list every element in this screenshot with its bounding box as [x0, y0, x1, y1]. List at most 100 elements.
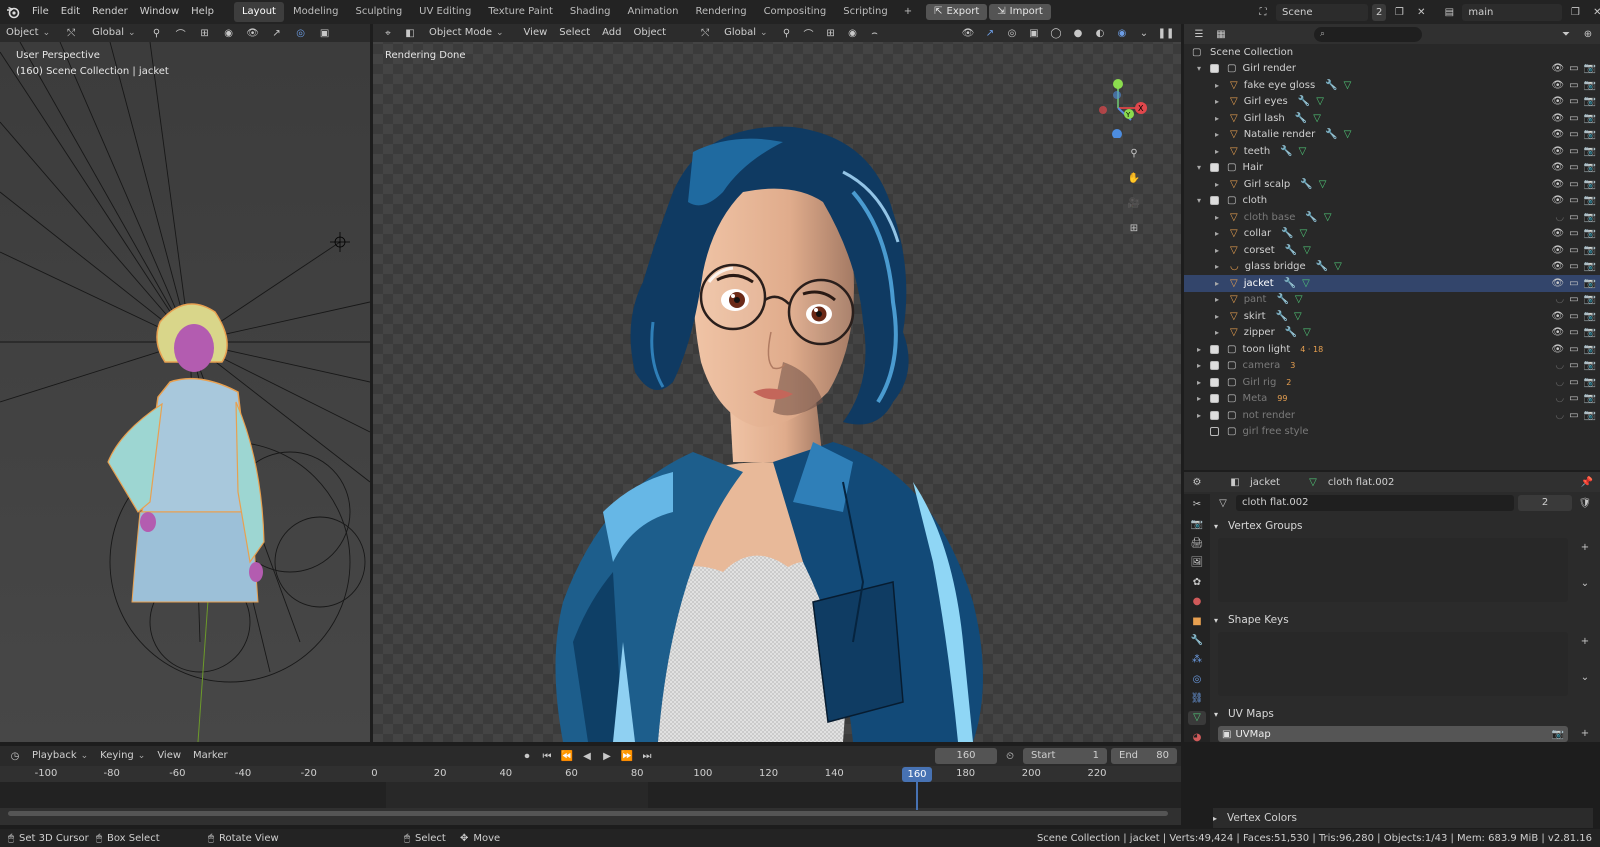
data-tab-icon[interactable]: ▽	[1188, 711, 1206, 725]
show-gizmo-icon[interactable]: 👁	[959, 24, 977, 42]
navigation-gizmo[interactable]: X Y	[1083, 68, 1153, 138]
eye-icon[interactable]: 👁	[1551, 327, 1564, 338]
mesh-data-icon[interactable]: ▽	[1316, 96, 1324, 107]
new-collection-icon[interactable]: ⊕	[1579, 25, 1597, 43]
overlays-icon[interactable]: ◎	[1003, 24, 1021, 42]
add-uv-map-icon[interactable]: +	[1576, 724, 1594, 742]
vertex-groups-list[interactable]	[1218, 538, 1568, 602]
viewport-toggle-icon[interactable]: ▭	[1569, 162, 1578, 173]
eye-icon[interactable]: 👁	[1551, 245, 1564, 256]
mesh-data-icon[interactable]: ▽	[1334, 261, 1342, 272]
outliner-row-meta[interactable]: ▸ ▢ Meta 99 ◡ ▭ 📷	[1184, 391, 1600, 408]
start-frame-field[interactable]: Start 1	[1023, 748, 1107, 764]
output-tab-icon[interactable]: 🖨	[1188, 537, 1206, 550]
mesh-data-icon[interactable]: ▽	[1344, 80, 1352, 91]
outliner-row-zipper[interactable]: ▸ ▽ zipper 🔧 ▽ 👁 ▭ 📷	[1184, 325, 1600, 342]
expand-toggle-icon[interactable]: ▸	[1212, 279, 1222, 288]
eye-icon[interactable]: 👁	[1551, 261, 1564, 272]
render-camera-icon[interactable]: 📷	[1584, 129, 1596, 140]
playhead-label[interactable]: 160	[902, 767, 932, 782]
timeline-menu-playback[interactable]: Playback	[26, 747, 94, 765]
outliner-row-girl-eyes[interactable]: ▸ ▽ Girl eyes 🔧 ▽ 👁 ▭ 📷	[1184, 94, 1600, 111]
viewport-toggle-icon[interactable]: ▭	[1569, 393, 1578, 404]
expand-toggle-icon[interactable]: ▸	[1194, 361, 1204, 370]
render-camera-icon[interactable]: 📷	[1584, 377, 1596, 388]
modifier-icon[interactable]: 🔧	[1300, 179, 1312, 190]
workspace-tab-uv-editing[interactable]: UV Editing	[411, 2, 479, 22]
viewport-menu-add[interactable]: Add	[596, 24, 627, 42]
outliner-row-natalie-render[interactable]: ▸ ▽ Natalie render 🔧 ▽ 👁 ▭ 📷	[1184, 127, 1600, 144]
editor-type-icon[interactable]: ⌖	[379, 24, 397, 42]
exclude-checkbox[interactable]	[1210, 361, 1219, 371]
exclude-checkbox[interactable]	[1210, 427, 1219, 437]
view-layer-tab-icon[interactable]: 🖼	[1188, 556, 1206, 569]
material-shading-icon[interactable]: ◐	[1091, 24, 1109, 42]
outliner-row-cloth[interactable]: ▾ ▢ cloth 👁 ▭ 📷	[1184, 193, 1600, 210]
expand-toggle-icon[interactable]: ▸	[1212, 328, 1222, 337]
viewport-toggle-icon[interactable]: ▭	[1569, 113, 1578, 124]
constraints-tab-icon[interactable]: ⛓	[1188, 692, 1206, 705]
expand-toggle-icon[interactable]: ▸	[1212, 262, 1222, 271]
mesh-data-icon[interactable]: ▽	[1302, 278, 1310, 289]
menu-render[interactable]: Render	[86, 3, 134, 21]
close-scene-icon[interactable]: ✕	[1412, 3, 1430, 21]
expand-toggle-icon[interactable]: ▸	[1212, 295, 1222, 304]
gizmo-icon[interactable]: ↗	[268, 24, 286, 42]
view-layer-field[interactable]: main	[1462, 3, 1563, 21]
tool-tab-icon[interactable]: ✂	[1188, 498, 1206, 511]
object-mode-dropdown[interactable]: Object Mode	[423, 24, 510, 42]
workspace-tab-compositing[interactable]: Compositing	[756, 2, 835, 22]
mesh-data-icon[interactable]: ▽	[1294, 311, 1302, 322]
modifier-icon[interactable]: 🔧	[1325, 80, 1337, 91]
exclude-checkbox[interactable]	[1210, 410, 1219, 420]
rendered-shading-icon[interactable]: ◉	[1113, 24, 1131, 42]
eye-icon[interactable]: 👁	[1551, 278, 1564, 289]
modifier-icon[interactable]: 🔧	[1295, 113, 1307, 124]
fake-user-icon[interactable]: 🛡	[1576, 494, 1594, 512]
exclude-checkbox[interactable]	[1210, 196, 1219, 206]
outliner-row-girl-free-style[interactable]: ▢ girl free style	[1184, 424, 1600, 441]
viewport-toggle-icon[interactable]: ▭	[1569, 63, 1578, 74]
timeline-menu-marker[interactable]: Marker	[187, 747, 234, 765]
mesh-data-icon[interactable]: ▽	[1299, 146, 1307, 157]
render-camera-icon[interactable]: 📷	[1584, 311, 1596, 322]
outliner-root[interactable]: ▢ Scene Collection	[1184, 44, 1600, 61]
scene-tab-icon[interactable]: ✿	[1188, 576, 1206, 589]
eye-icon[interactable]: 👁	[1551, 179, 1564, 190]
viewport-toggle-icon[interactable]: ▭	[1569, 179, 1578, 190]
zoom-icon[interactable]: ⚲	[1125, 144, 1143, 162]
eye-icon[interactable]: 👁	[1551, 162, 1564, 173]
outliner-editor-icon[interactable]: ☰	[1190, 25, 1208, 43]
render-camera-icon[interactable]: 📷	[1584, 63, 1596, 74]
workspace-tab-rendering[interactable]: Rendering	[687, 2, 754, 22]
viewport-toggle-icon[interactable]: ▭	[1569, 195, 1578, 206]
mesh-data-icon[interactable]: ▽	[1295, 294, 1303, 305]
add-vertex-group-icon[interactable]: +	[1576, 538, 1594, 556]
expand-toggle-icon[interactable]: ▾	[1194, 163, 1204, 172]
scene-name-field[interactable]: Scene	[1276, 3, 1368, 21]
menu-window[interactable]: Window	[134, 3, 185, 21]
eye-icon[interactable]: ◡	[1555, 393, 1564, 404]
vertex-group-menu-icon[interactable]: ⌄	[1576, 574, 1594, 592]
render-camera-icon[interactable]: 📷	[1584, 96, 1596, 107]
outliner-row-girl-scalp[interactable]: ▸ ▽ Girl scalp 🔧 ▽ 👁 ▭ 📷	[1184, 176, 1600, 193]
render-camera-icon[interactable]: 📷	[1584, 80, 1596, 91]
expand-toggle-icon[interactable]: ▾	[1194, 64, 1204, 73]
filter-icon[interactable]: ⏷	[1557, 25, 1575, 43]
snap-toggle-icon[interactable]: ⌒	[800, 24, 818, 42]
viewport-toggle-icon[interactable]: ▭	[1569, 410, 1578, 421]
navigate-gizmo-icon[interactable]: ↗	[981, 24, 999, 42]
timeline-editor-icon[interactable]: ◷	[6, 747, 24, 765]
eye-icon[interactable]: ◡	[1555, 377, 1564, 388]
workspace-tab-shading[interactable]: Shading	[562, 2, 619, 22]
pivot-icon[interactable]: ⚲	[148, 24, 166, 42]
physics-tab-icon[interactable]: ◎	[1188, 673, 1206, 686]
modifier-icon[interactable]: 🔧	[1281, 228, 1293, 239]
proportional-edit-icon[interactable]: ◉	[844, 24, 862, 42]
expand-toggle-icon[interactable]: ▸	[1212, 81, 1222, 90]
left-orientation-dropdown[interactable]: Global	[86, 24, 141, 42]
render-camera-icon[interactable]: 📷	[1584, 278, 1596, 289]
timeline-scrollbar[interactable]	[8, 811, 1168, 816]
expand-toggle-icon[interactable]: ▸	[1212, 229, 1222, 238]
shape-keys-list[interactable]	[1218, 632, 1568, 696]
